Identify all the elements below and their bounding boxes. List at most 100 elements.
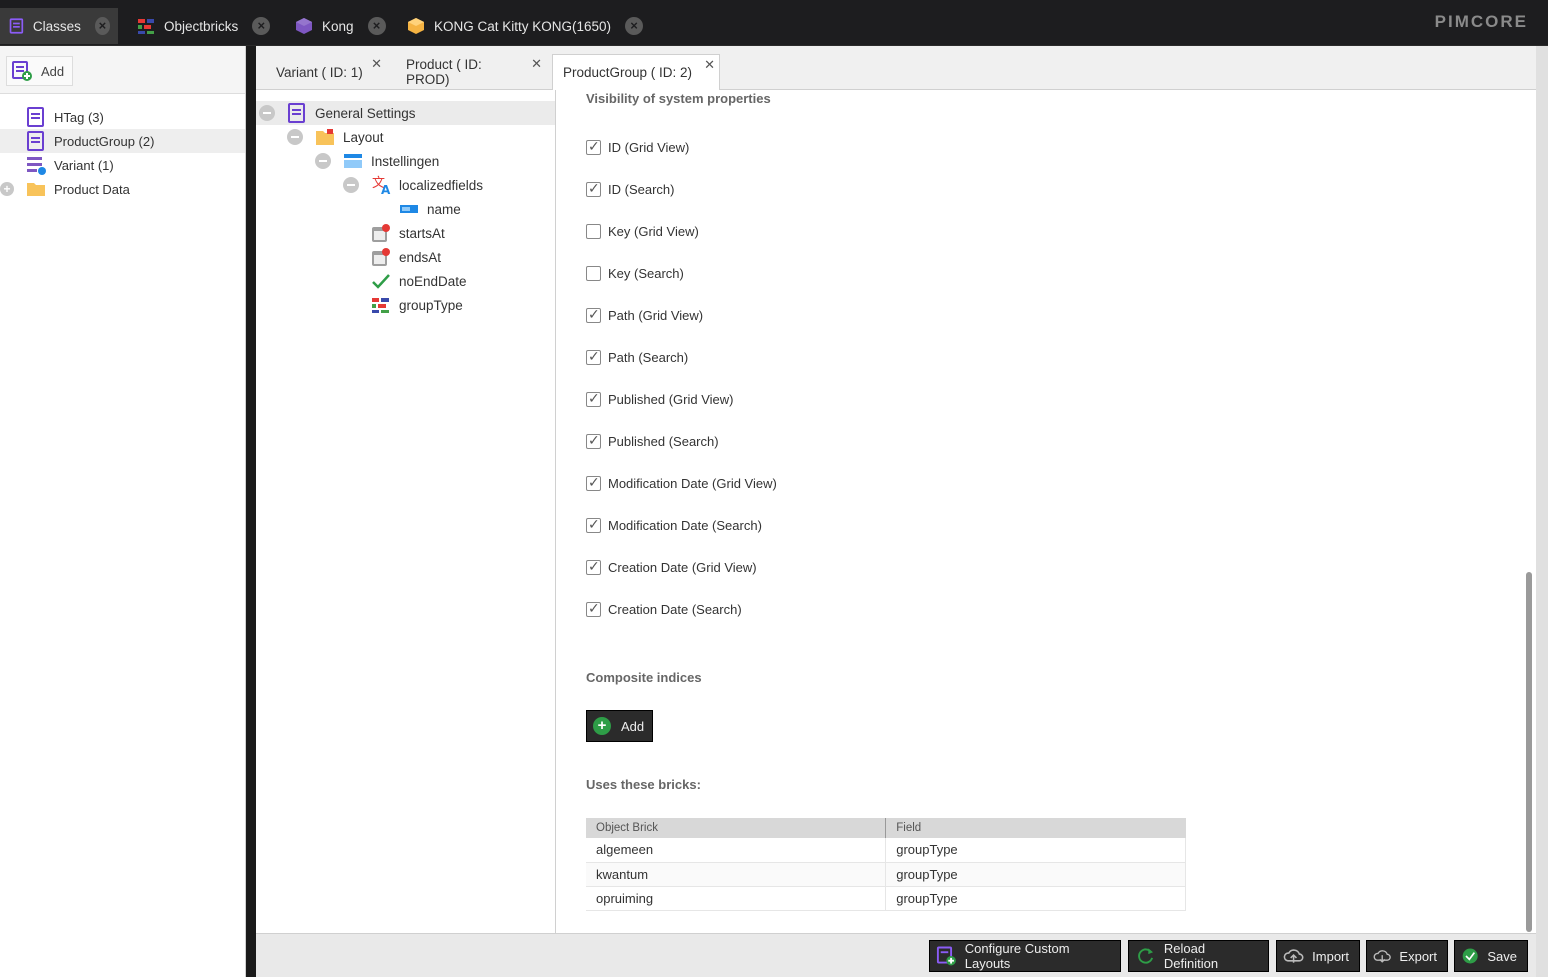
tab-objectbricks[interactable]: Objectbricks ×: [128, 8, 278, 44]
configure-custom-layouts-button[interactable]: Configure Custom Layouts: [929, 940, 1121, 972]
save-button[interactable]: Save: [1454, 940, 1528, 972]
checkbox[interactable]: [586, 474, 601, 491]
checkbox[interactable]: [586, 558, 601, 575]
variant-icon: [27, 157, 46, 175]
close-icon[interactable]: ×: [252, 17, 271, 35]
collapse-icon[interactable]: [343, 177, 359, 193]
checkbox-path-grid-view[interactable]: Path (Grid View): [586, 306, 704, 323]
checkbox[interactable]: [586, 390, 601, 407]
checkbox-id-search[interactable]: ID (Search): [586, 180, 674, 197]
checkbox-label: ID (Grid View): [608, 140, 690, 155]
tab-label: Objectbricks: [164, 18, 239, 34]
checkbox[interactable]: [586, 266, 601, 281]
checkbox-key-grid-view[interactable]: Key (Grid View): [586, 224, 699, 239]
layout-tree: General Settings Layout Instellingen 文A …: [256, 90, 556, 933]
close-icon[interactable]: ×: [94, 17, 110, 35]
close-icon[interactable]: ✕: [704, 57, 715, 73]
checkbox-path-search[interactable]: Path (Search): [586, 348, 689, 365]
checkbox[interactable]: [586, 516, 601, 533]
checkbox-modification-date-grid-view[interactable]: Modification Date (Grid View): [586, 474, 777, 491]
svg-text:A: A: [381, 183, 391, 196]
collapse-icon[interactable]: [259, 105, 275, 121]
checkbox-published-grid-view[interactable]: Published (Grid View): [586, 390, 733, 407]
checkbox[interactable]: [586, 180, 601, 197]
close-icon[interactable]: ✕: [531, 56, 542, 72]
button-label: Export: [1399, 948, 1437, 964]
close-icon[interactable]: ×: [367, 17, 386, 35]
expand-icon[interactable]: +: [0, 182, 14, 196]
tree-node-startsat[interactable]: startsAt: [371, 221, 445, 245]
checkbox-label: Creation Date (Grid View): [608, 560, 757, 575]
tree-node-localizedfields[interactable]: 文A localizedfields: [343, 173, 483, 197]
tab-variant[interactable]: Variant ( ID: 1) ✕: [256, 54, 386, 90]
table-row[interactable]: kwantum groupType: [586, 862, 1186, 887]
classes-icon: [9, 18, 24, 34]
tree-node-grouptype[interactable]: groupType: [371, 293, 463, 317]
checkbox[interactable]: [586, 306, 601, 323]
datetime-icon: [372, 224, 390, 242]
checkbox-id-grid-view[interactable]: ID (Grid View): [586, 138, 690, 155]
collapse-icon[interactable]: [315, 153, 331, 169]
add-class-button[interactable]: Add: [6, 56, 74, 86]
tree-node-noenddate[interactable]: noEndDate: [371, 269, 467, 293]
add-composite-index-button[interactable]: + Add: [586, 710, 653, 742]
checkbox-creation-date-grid-view[interactable]: Creation Date (Grid View): [586, 558, 757, 575]
checkbox-creation-date-search[interactable]: Creation Date (Search): [586, 600, 742, 617]
export-button[interactable]: Export: [1366, 940, 1448, 972]
tab-productgroup[interactable]: ProductGroup ( ID: 2) ✕: [552, 54, 720, 90]
sidebar-item-label: HTag (3): [54, 109, 104, 125]
layout-folder-icon: [316, 129, 334, 145]
sidebar-item-variant[interactable]: Variant (1): [0, 153, 245, 177]
objectbricks-icon: [372, 298, 389, 313]
tab-kong[interactable]: Kong ×: [286, 8, 394, 44]
table-row[interactable]: algemeen groupType: [586, 838, 1186, 863]
sidebar-item-product-data[interactable]: + Product Data: [0, 177, 245, 201]
table-cell: groupType: [885, 862, 1186, 887]
checkbox-key-search[interactable]: Key (Search): [586, 266, 684, 281]
reload-definition-button[interactable]: Reload Definition: [1128, 940, 1269, 972]
tree-node-instellingen[interactable]: Instellingen: [315, 149, 439, 173]
checkbox[interactable]: [586, 348, 601, 365]
class-editor: Variant ( ID: 1) ✕ Product ( ID: PROD) ✕…: [256, 46, 1536, 977]
column-header[interactable]: Object Brick: [586, 818, 887, 838]
footer-toolbar: Configure Custom Layouts Reload Definiti…: [256, 933, 1536, 977]
sidebar-item-label: Product Data: [54, 181, 130, 197]
objectbricks-icon: [138, 19, 154, 34]
tree-node-general-settings[interactable]: General Settings: [256, 101, 555, 125]
datetime-icon: [372, 248, 390, 266]
tree-node-endsat[interactable]: endsAt: [371, 245, 441, 269]
tree-node-label: noEndDate: [399, 273, 467, 289]
sidebar-item-productgroup[interactable]: ProductGroup (2): [0, 129, 245, 153]
tree-node-layout[interactable]: Layout: [287, 125, 384, 149]
vertical-scrollbar[interactable]: [1526, 572, 1532, 932]
tab-product[interactable]: Product ( ID: PROD) ✕: [386, 54, 546, 90]
checkbox[interactable]: [586, 224, 601, 239]
tab-label: Classes: [32, 18, 81, 34]
table-row[interactable]: opruiming groupType: [586, 886, 1186, 911]
main-tabbar: Classes × Objectbricks × Kong × KONG Cat…: [0, 0, 1548, 46]
button-label: Save: [1487, 948, 1517, 964]
checkbox[interactable]: [586, 600, 601, 617]
package-icon: [408, 18, 424, 34]
column-header[interactable]: Field: [885, 818, 1186, 838]
tab-label: ProductGroup ( ID: 2): [563, 65, 693, 80]
tab-label: Kong: [322, 18, 354, 34]
checkbox-published-search[interactable]: Published (Search): [586, 432, 719, 449]
checkbox-label: Path (Grid View): [608, 308, 704, 323]
tree-node-label: localizedfields: [399, 177, 484, 193]
checkbox[interactable]: [586, 138, 601, 155]
close-icon[interactable]: ×: [625, 17, 644, 35]
close-icon[interactable]: ✕: [371, 56, 382, 72]
import-button[interactable]: Import: [1276, 940, 1360, 972]
sidebar-item-htag[interactable]: HTag (3): [0, 105, 245, 129]
checkbox-modification-date-search[interactable]: Modification Date (Search): [586, 516, 762, 533]
checkbox-label: Path (Search): [608, 350, 689, 365]
checkbox-label: Creation Date (Search): [608, 602, 742, 617]
tab-classes[interactable]: Classes ×: [0, 8, 118, 44]
collapse-icon[interactable]: [287, 129, 303, 145]
tab-kong-cat-kitty[interactable]: KONG Cat Kitty KONG(1650) ×: [398, 8, 651, 44]
checkbox[interactable]: [586, 432, 601, 449]
tree-node-label: groupType: [399, 297, 463, 313]
cloud-download-icon: [1373, 950, 1391, 963]
tree-node-name[interactable]: name: [399, 197, 461, 221]
